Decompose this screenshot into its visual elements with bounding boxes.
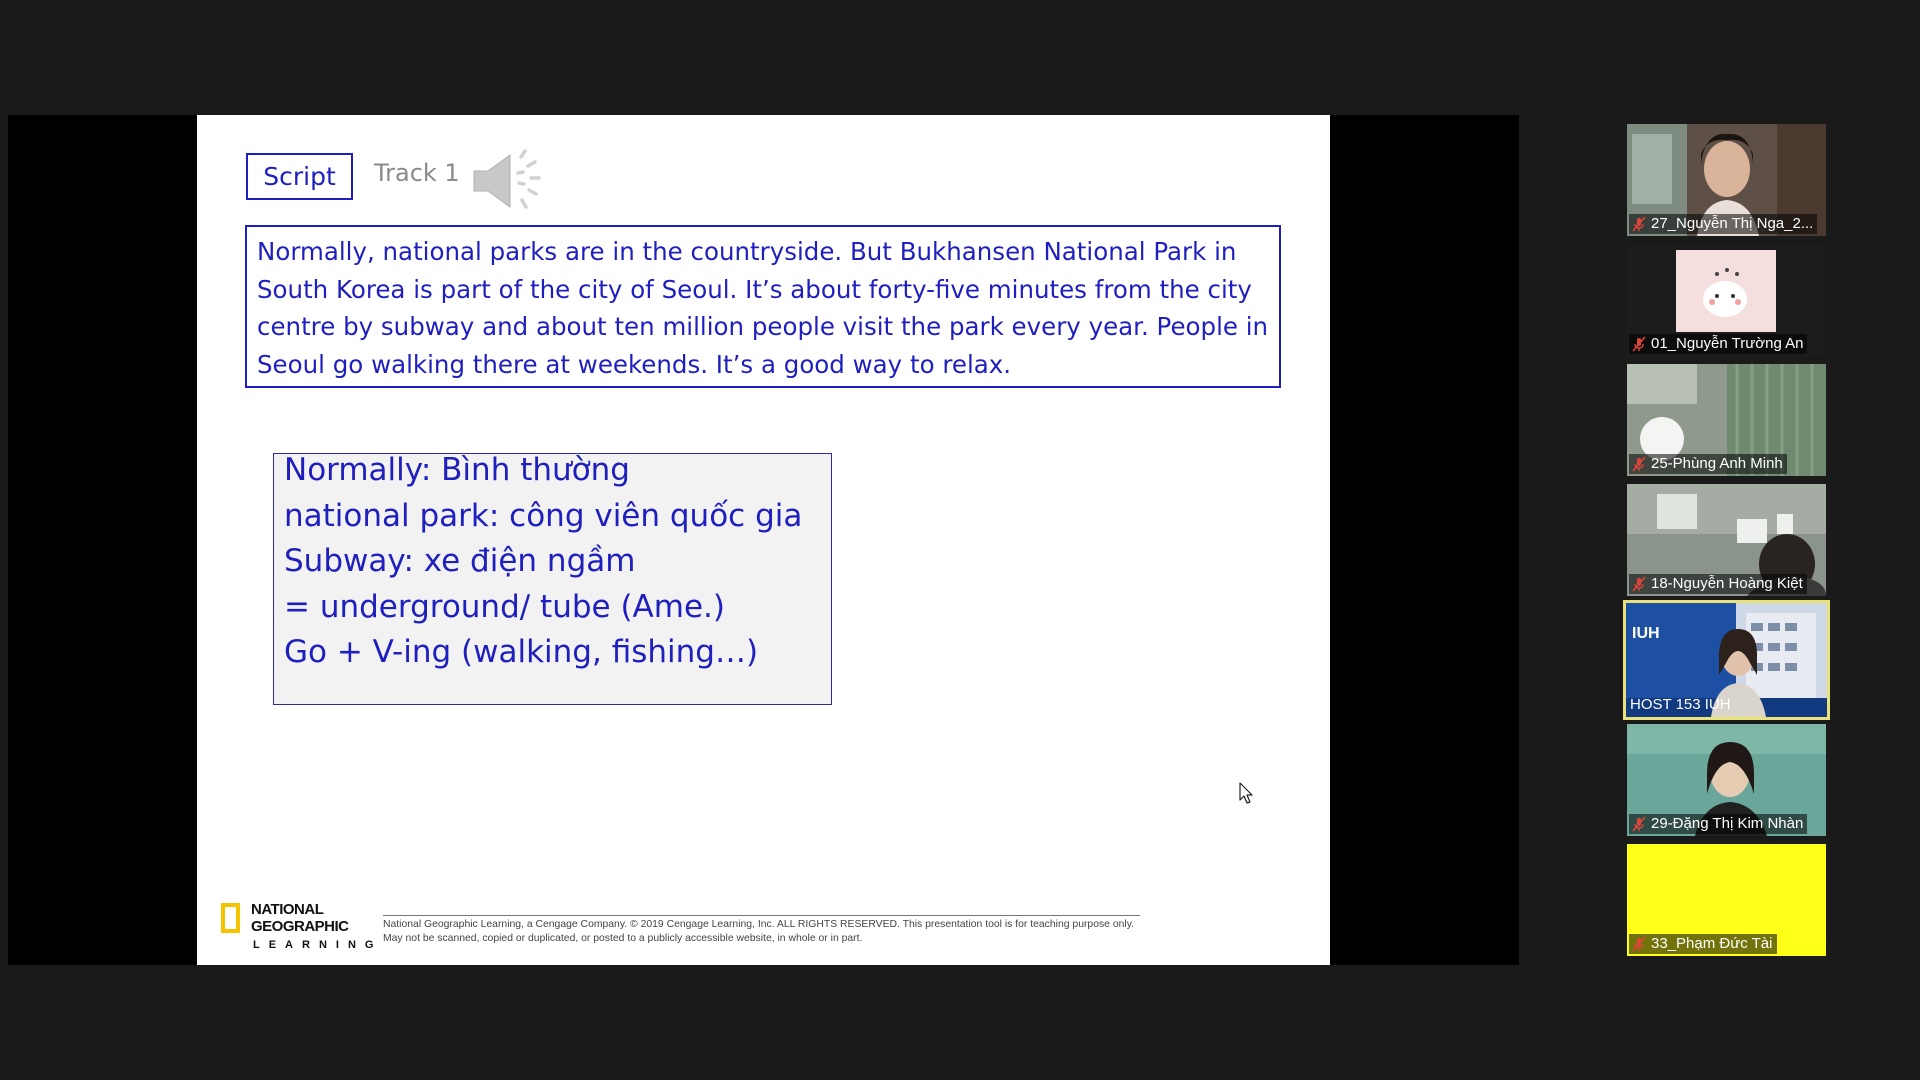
speaker-icon[interactable] bbox=[472, 145, 550, 217]
mic-muted-icon bbox=[1632, 216, 1646, 232]
participant-name: 25-Phùng Anh Minh bbox=[1651, 455, 1783, 472]
mic-muted-icon bbox=[1632, 816, 1646, 832]
participant-name-tag: 25-Phùng Anh Minh bbox=[1629, 454, 1787, 474]
participant-tile[interactable]: 01_Nguyễn Trường An bbox=[1627, 244, 1826, 356]
script-text-box: Normally, national parks are in the coun… bbox=[245, 225, 1281, 388]
participant-tile[interactable]: 25-Phùng Anh Minh bbox=[1627, 364, 1826, 476]
track-label: Track 1 bbox=[374, 159, 460, 187]
copyright-notice: National Geographic Learning, a Cengage … bbox=[383, 915, 1140, 946]
logo-yellow-frame-icon bbox=[221, 903, 240, 933]
participant-name: 18-Nguyễn Hoàng Kiệt bbox=[1651, 575, 1803, 592]
participant-tile[interactable]: 27_Nguyễn Thị Nga_2... bbox=[1627, 124, 1826, 236]
participant-name: 01_Nguyễn Trường An bbox=[1651, 335, 1804, 352]
vocab-line: Go + V-ing (walking, fishing…) bbox=[284, 634, 759, 670]
vocab-line: = underground/ tube (Ame.) bbox=[284, 588, 725, 625]
virtual-background-brand: IUH bbox=[1632, 625, 1660, 642]
participant-tile[interactable]: 33_Phạm Đức Tài bbox=[1627, 844, 1826, 956]
vocab-line: Subway: xe điện ngầm bbox=[284, 543, 636, 579]
participant-name: HOST 153 IUH bbox=[1630, 696, 1731, 713]
mic-muted-icon bbox=[1632, 456, 1646, 472]
participant-name-tag: 29-Đặng Thị Kim Nhàn bbox=[1629, 814, 1808, 834]
presentation-slide: Script Track 1 Normally, national parks … bbox=[197, 115, 1330, 965]
logo-text: NATIONAL GEOGRAPHIC bbox=[251, 901, 349, 935]
national-geographic-logo: NATIONAL GEOGRAPHIC LEARNING bbox=[221, 893, 373, 953]
participant-tile-active-speaker[interactable]: IUH HOST 153 IUH bbox=[1623, 600, 1830, 720]
vocab-line: national park: công viên quốc gia bbox=[284, 497, 803, 534]
participant-name-tag: 01_Nguyễn Trường An bbox=[1629, 334, 1808, 354]
participant-name-tag: 18-Nguyễn Hoàng Kiệt bbox=[1629, 574, 1807, 594]
participant-tile[interactable]: 29-Đặng Thị Kim Nhàn bbox=[1627, 724, 1826, 836]
participant-name-tag: 27_Nguyễn Thị Nga_2... bbox=[1629, 214, 1818, 234]
mic-muted-icon bbox=[1632, 576, 1646, 592]
logo-learning-text: LEARNING bbox=[253, 939, 383, 951]
participant-name: 33_Phạm Đức Tài bbox=[1651, 935, 1773, 952]
participant-tile[interactable]: 18-Nguyễn Hoàng Kiệt bbox=[1627, 484, 1826, 596]
script-button[interactable]: Script bbox=[246, 153, 353, 200]
vocabulary-box: Normally: Bình thường national park: côn… bbox=[273, 453, 832, 705]
participant-name: 29-Đặng Thị Kim Nhàn bbox=[1651, 815, 1804, 832]
participant-name-tag: HOST 153 IUH bbox=[1628, 695, 1735, 715]
participant-name: 27_Nguyễn Thị Nga_2... bbox=[1651, 215, 1814, 232]
mouse-cursor-icon bbox=[1239, 782, 1253, 804]
participant-name-tag: 33_Phạm Đức Tài bbox=[1629, 934, 1777, 954]
mic-muted-icon bbox=[1632, 336, 1646, 352]
mic-muted-icon bbox=[1632, 936, 1646, 952]
vocab-line: Normally: Bình thường bbox=[284, 453, 630, 488]
